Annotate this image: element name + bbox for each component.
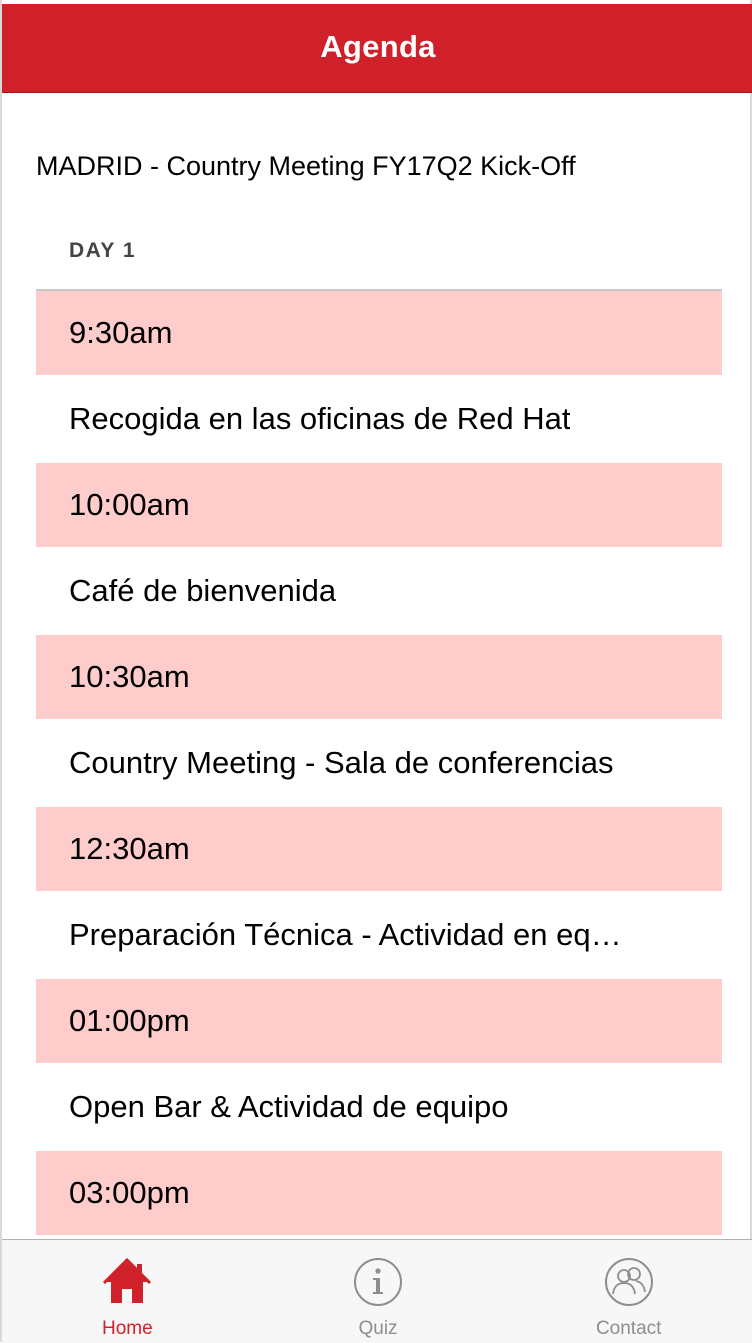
agenda-time-row[interactable]: 10:00am [36,463,722,547]
agenda-description-row[interactable]: Café de bienvenida [36,547,722,635]
app-frame: Agenda MADRID - Country Meeting FY17Q2 K… [0,0,752,1343]
agenda-time-row[interactable]: 9:30am [36,291,722,375]
contacts-icon [604,1258,653,1306]
agenda-time: 9:30am [69,315,173,350]
agenda-time: 01:00pm [69,1003,190,1038]
agenda-description-row[interactable]: Recogida en las oficinas de Red Hat [36,375,722,463]
agenda-description: Café de bienvenida [69,573,337,608]
day-section-header: DAY 1 [69,239,137,262]
tab-quiz[interactable]: Quiz [253,1240,504,1343]
agenda-description: Preparación Técnica - Actividad en eq… [69,917,622,952]
tab-bar: Home Quiz Contact [2,1239,752,1343]
tab-quiz-label: Quiz [358,1318,398,1339]
agenda-time-row[interactable]: 10:30am [36,635,722,719]
agenda-time: 10:30am [69,659,190,694]
event-title: MADRID - Country Meeting FY17Q2 Kick-Off [36,151,576,181]
tab-home-label: Home [101,1318,153,1339]
tab-contact-label: Contact [595,1318,662,1339]
agenda-description-row[interactable]: Country Meeting - Sala de conferencias [36,719,722,807]
agenda-list: 9:30am Recogida en las oficinas de Red H… [36,291,722,1235]
page-title: Agenda [320,28,436,64]
agenda-time: 10:00am [69,487,190,522]
agenda-time-row[interactable]: 01:00pm [36,979,722,1063]
agenda-time: 12:30am [69,831,190,866]
home-icon [103,1257,152,1303]
tab-home[interactable]: Home [2,1240,253,1343]
agenda-description: Country Meeting - Sala de conferencias [69,745,614,780]
info-icon [354,1258,402,1306]
agenda-description: Open Bar & Actividad de equipo [69,1089,509,1124]
agenda-time-row[interactable]: 03:00pm [36,1151,722,1235]
agenda-time: 03:00pm [69,1175,190,1210]
agenda-description-row[interactable]: Preparación Técnica - Actividad en eq… [36,891,722,979]
agenda-description-row[interactable]: Open Bar & Actividad de equipo [36,1063,722,1151]
tab-contact[interactable]: Contact [503,1240,752,1343]
agenda-scroll-view[interactable]: MADRID - Country Meeting FY17Q2 Kick-Off… [2,93,752,1239]
agenda-time-row[interactable]: 12:30am [36,807,722,891]
agenda-description: Recogida en las oficinas de Red Hat [69,401,571,436]
navigation-bar: Agenda [2,4,752,93]
